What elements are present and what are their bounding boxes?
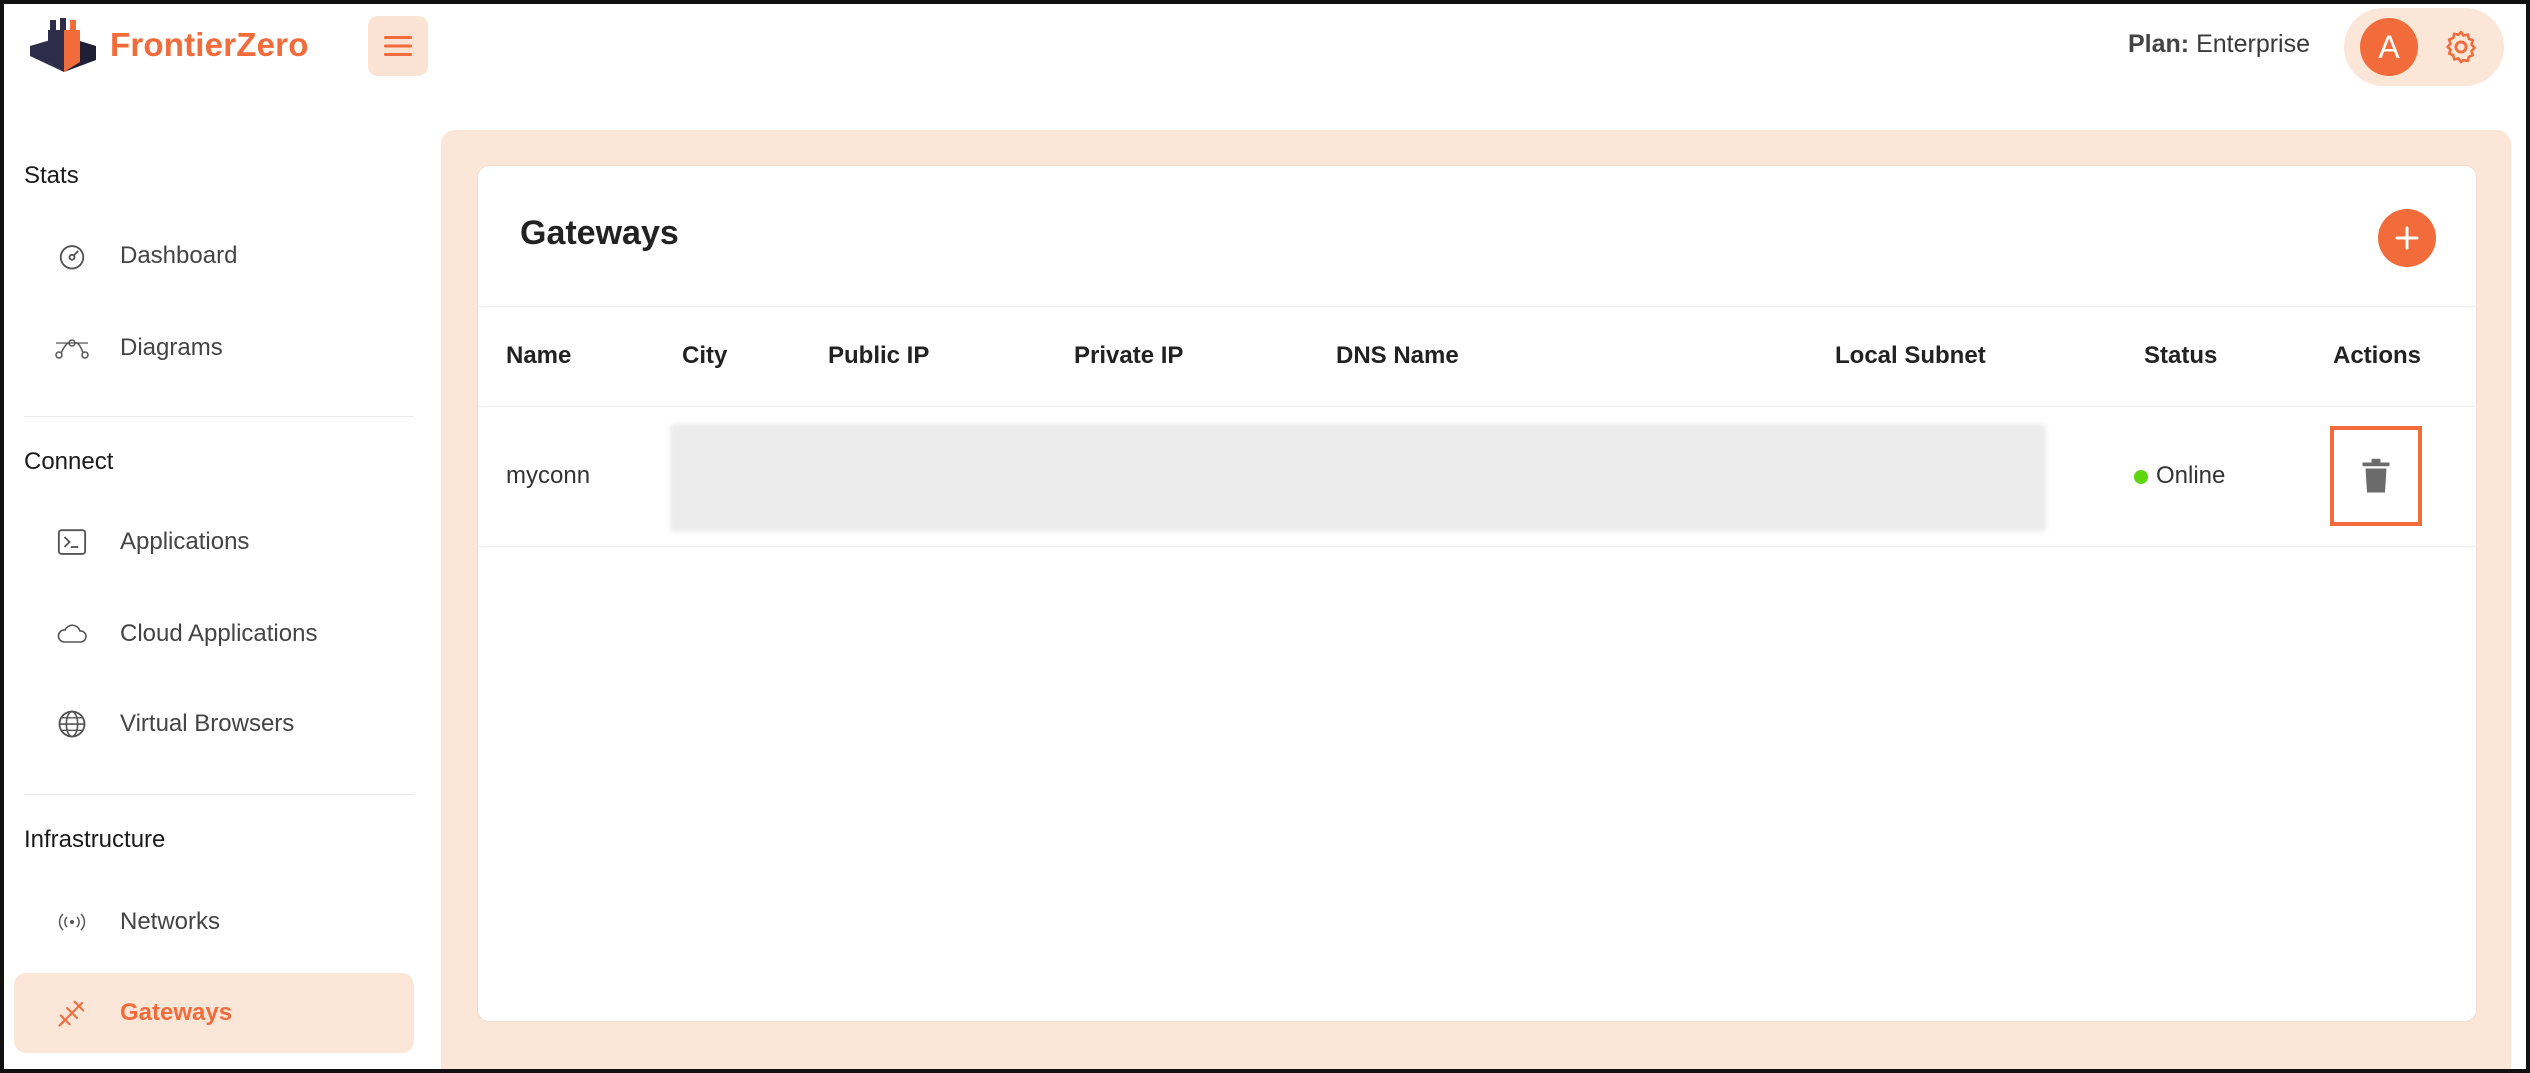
- sidebar-item-virtual-browsers[interactable]: Virtual Browsers: [14, 684, 414, 764]
- sidebar-divider: [24, 416, 414, 417]
- sidebar-divider: [24, 794, 414, 795]
- redacted-cells: [670, 424, 2046, 532]
- sidebar-item-networks[interactable]: Networks: [14, 882, 414, 962]
- sidebar-item-label: Networks: [120, 908, 221, 935]
- column-header-city[interactable]: City: [682, 342, 727, 370]
- user-menu: A: [2344, 8, 2504, 86]
- status-text: Online: [2156, 462, 2226, 489]
- page-title: Gateways: [520, 214, 679, 252]
- trash-icon: [2362, 458, 2390, 493]
- cloud-icon: [54, 616, 90, 652]
- sidebar-item-label: Gateways: [120, 999, 233, 1026]
- column-header-local-subnet[interactable]: Local Subnet: [1835, 342, 1986, 370]
- gear-icon[interactable]: [2442, 28, 2480, 66]
- top-header: FrontierZero Plan: Enterprise A: [0, 0, 2530, 120]
- column-header-private-ip[interactable]: Private IP: [1074, 342, 1183, 370]
- sidebar-item-label: Virtual Browsers: [120, 710, 295, 737]
- gateways-card: Gateways Name City Public IP Private IP …: [477, 165, 2478, 1022]
- plan-label: Plan:: [2128, 30, 2190, 58]
- brand-logo[interactable]: FrontierZero: [28, 16, 309, 74]
- column-header-public-ip[interactable]: Public IP: [828, 342, 929, 370]
- plan-indicator: Plan: Enterprise: [2128, 30, 2310, 59]
- sidebar-item-diagrams[interactable]: Diagrams: [14, 308, 414, 388]
- column-header-actions: Actions: [2333, 342, 2422, 369]
- sidebar-section-infrastructure: Infrastructure: [24, 826, 166, 853]
- sidebar-section-stats: Stats: [24, 162, 79, 189]
- sidebar-item-dashboard[interactable]: Dashboard: [14, 216, 414, 296]
- fortress-logo-icon: [30, 18, 96, 72]
- cell-name: myconn: [506, 462, 591, 489]
- menu-toggle-button[interactable]: [368, 16, 428, 76]
- cell-status: Online: [2134, 462, 2225, 490]
- globe-icon: [54, 706, 90, 742]
- delete-gateway-button[interactable]: [2330, 426, 2422, 526]
- status-online-dot: [2134, 469, 2148, 484]
- table-header-divider: [478, 406, 2478, 407]
- plan-value: Enterprise: [2196, 30, 2311, 58]
- sidebar-item-gateways[interactable]: Gateways: [14, 973, 414, 1053]
- column-header-name[interactable]: Name: [506, 342, 571, 370]
- sidebar-item-label: Applications: [120, 528, 250, 555]
- terminal-icon: [54, 524, 90, 560]
- sidebar-section-connect: Connect: [24, 448, 114, 475]
- sidebar-item-label: Diagrams: [120, 334, 223, 361]
- sidebar-item-label: Dashboard: [120, 242, 238, 269]
- table-divider: [478, 306, 2478, 307]
- column-header-status[interactable]: Status: [2144, 342, 2217, 370]
- gateway-icon: [54, 995, 90, 1031]
- sidebar: Stats Dashboard Diagrams Connect Applica…: [0, 120, 430, 1073]
- column-header-dns-name[interactable]: DNS Name: [1336, 342, 1459, 370]
- diagram-icon: [54, 330, 90, 366]
- table-row-divider: [478, 546, 2478, 547]
- broadcast-icon: [54, 904, 90, 940]
- sidebar-item-cloud-applications[interactable]: Cloud Applications: [14, 594, 414, 674]
- hamburger-icon: [384, 36, 412, 56]
- plus-icon: [2395, 226, 2419, 250]
- brand-name: FrontierZero: [110, 26, 309, 63]
- sidebar-item-label: Cloud Applications: [120, 620, 318, 647]
- add-gateway-button[interactable]: [2378, 209, 2436, 267]
- avatar[interactable]: A: [2360, 18, 2418, 76]
- sidebar-item-applications[interactable]: Applications: [14, 502, 414, 582]
- gauge-icon: [54, 238, 90, 274]
